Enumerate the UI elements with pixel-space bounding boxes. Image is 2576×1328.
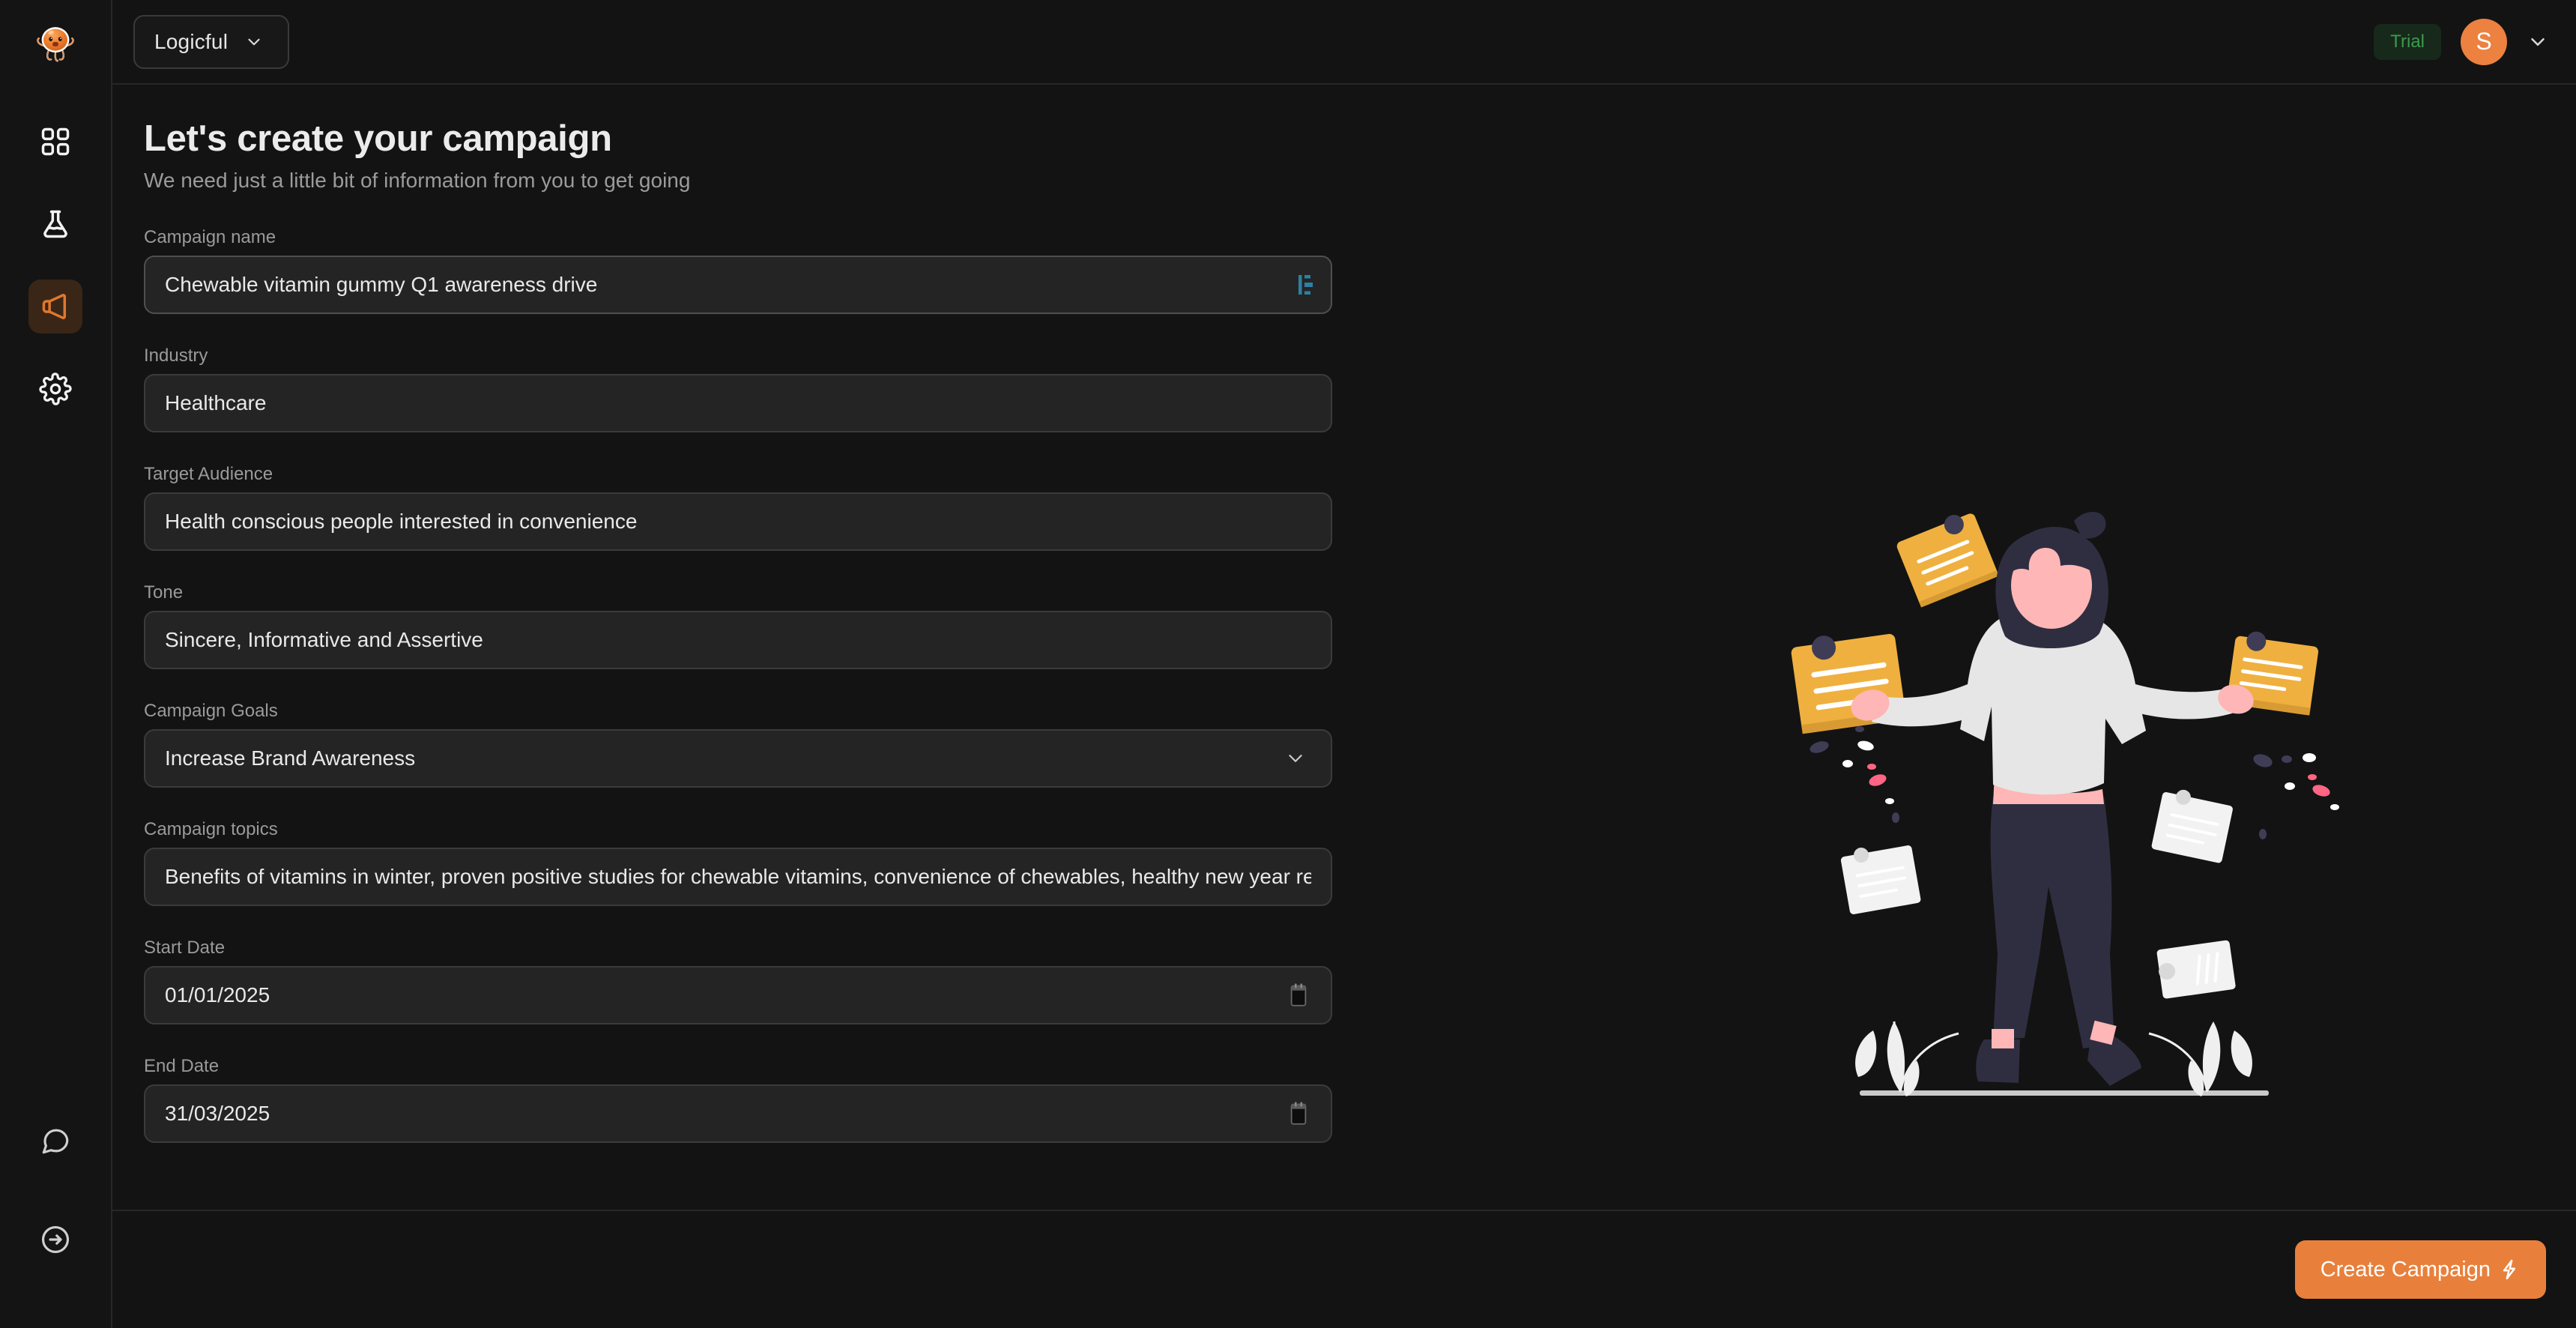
target-audience-input[interactable]: Health conscious people interested in co… (144, 492, 1332, 551)
woman-juggling-clipboards-illustration (1746, 504, 2360, 1119)
workspace-switcher-button[interactable]: Logicful (133, 15, 289, 69)
sidebar-nav (28, 115, 82, 416)
campaign-topics-input[interactable]: Benefits of vitamins in winter, proven p… (144, 848, 1332, 906)
megaphone-icon (39, 290, 72, 323)
topbar: Logicful Trial S (112, 0, 2576, 85)
start-date-input[interactable]: 01/01/2025 (144, 966, 1332, 1024)
app-root: Logicful Trial S Let's create your campa… (0, 0, 2576, 1328)
field-value: Sincere, Informative and Assertive (165, 628, 1311, 652)
main-column: Logicful Trial S Let's create your campa… (112, 0, 2576, 1328)
lightning-bolt-icon (2498, 1258, 2521, 1281)
paper-right-mid (2151, 785, 2235, 863)
arrow-right-circle-icon (40, 1224, 71, 1255)
field-value: Increase Brand Awareness (165, 746, 1311, 770)
octopus-logo-icon (32, 19, 79, 66)
field-industry: Industry Healthcare (144, 345, 1332, 432)
field-label: Industry (144, 345, 1332, 366)
field-label: Campaign topics (144, 819, 1332, 840)
field-value: 01/01/2025 (165, 983, 1311, 1007)
create-campaign-label: Create Campaign (2320, 1258, 2491, 1282)
sidebar-item-settings[interactable] (28, 362, 82, 416)
create-campaign-form: Campaign name Chewable vitamin gummy Q1 … (144, 227, 1332, 1143)
sidebar (0, 0, 112, 1328)
spacer (144, 678, 1332, 701)
calendar-icon[interactable] (1287, 1101, 1310, 1126)
plant-right (2188, 1021, 2252, 1096)
topbar-right-group: Trial S (2374, 19, 2549, 65)
flask-icon (39, 208, 72, 241)
field-label: Campaign name (144, 227, 1332, 248)
spacer (144, 915, 1332, 938)
footer: Create Campaign (112, 1210, 2576, 1328)
field-value: Health conscious people interested in co… (165, 510, 1311, 534)
field-end-date: End Date 31/03/2025 (144, 1056, 1332, 1143)
confetti-left (1808, 726, 1899, 823)
avatar[interactable]: S (2461, 19, 2507, 65)
gear-icon (39, 372, 72, 405)
page-content: Let's create your campaign We need just … (112, 85, 2576, 1210)
field-label: Target Audience (144, 464, 1332, 485)
spacer (144, 797, 1332, 819)
end-date-input[interactable]: 31/03/2025 (144, 1084, 1332, 1143)
paper-bottom-right (2156, 940, 2236, 999)
plant-left (1855, 1021, 1919, 1096)
field-target-audience: Target Audience Health conscious people … (144, 464, 1332, 551)
text-cursor-icon (1298, 272, 1314, 298)
field-value: Healthcare (165, 391, 1311, 415)
sidebar-bottom-nav (28, 1114, 82, 1267)
field-label: Campaign Goals (144, 701, 1332, 722)
field-value: Chewable vitamin gummy Q1 awareness driv… (165, 273, 1311, 297)
app-logo[interactable] (0, 0, 111, 85)
chat-bubble-icon (40, 1125, 71, 1156)
illustration-svg (1746, 504, 2360, 1119)
sidebar-item-experiments[interactable] (28, 197, 82, 251)
create-campaign-button[interactable]: Create Campaign (2295, 1240, 2546, 1299)
sidebar-item-campaigns[interactable] (28, 280, 82, 333)
field-campaign-name: Campaign name Chewable vitamin gummy Q1 … (144, 227, 1332, 314)
page-title: Let's create your campaign (144, 118, 2576, 160)
status-badge: Trial (2374, 24, 2441, 60)
field-value: Benefits of vitamins in winter, proven p… (165, 865, 1311, 889)
chevron-down-icon[interactable] (2527, 31, 2549, 53)
sidebar-item-logout[interactable] (28, 1213, 82, 1267)
spacer (144, 560, 1332, 582)
figure-pants (1991, 797, 2114, 1048)
spacer (144, 1033, 1332, 1056)
field-campaign-goals: Campaign Goals Increase Brand Awareness (144, 701, 1332, 788)
workspace-name: Logicful (154, 30, 228, 54)
paper-left-mid (1839, 839, 1921, 914)
page-subtitle: We need just a little bit of information… (144, 169, 2576, 193)
tone-input[interactable]: Sincere, Informative and Assertive (144, 611, 1332, 669)
chevron-down-icon (244, 32, 264, 52)
campaign-goals-select[interactable]: Increase Brand Awareness (144, 729, 1332, 788)
calendar-icon[interactable] (1287, 983, 1310, 1008)
confetti-right (2252, 752, 2339, 839)
clipboard-top (1893, 507, 1999, 608)
field-value: 31/03/2025 (165, 1102, 1311, 1126)
chevron-down-icon (1284, 747, 1307, 770)
industry-input[interactable]: Healthcare (144, 374, 1332, 432)
field-campaign-topics: Campaign topics Benefits of vitamins in … (144, 819, 1332, 906)
sidebar-item-dashboard[interactable] (28, 115, 82, 169)
field-label: Tone (144, 582, 1332, 603)
spacer (144, 441, 1332, 464)
field-label: End Date (144, 1056, 1332, 1077)
spacer (144, 323, 1332, 345)
field-tone: Tone Sincere, Informative and Assertive (144, 582, 1332, 669)
field-label: Start Date (144, 938, 1332, 959)
campaign-name-input[interactable]: Chewable vitamin gummy Q1 awareness driv… (144, 256, 1332, 314)
sidebar-item-chat[interactable] (28, 1114, 82, 1168)
grid-icon (39, 125, 72, 158)
ankle-left (1992, 1029, 2014, 1048)
field-start-date: Start Date 01/01/2025 (144, 938, 1332, 1024)
